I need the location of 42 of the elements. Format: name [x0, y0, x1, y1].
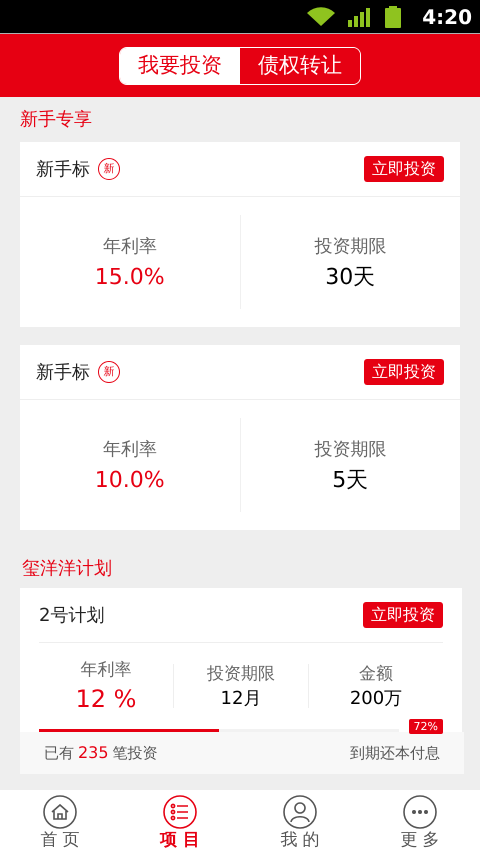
stat-label: 年利率	[102, 438, 157, 462]
nav-tab[interactable]: 更 多	[360, 790, 480, 854]
stat-value: 10.0%	[94, 466, 165, 494]
stat-label: 投资期限	[314, 438, 386, 462]
stat-label: 年利率	[80, 659, 132, 682]
signal-icon	[348, 6, 372, 26]
section-title: 玺洋洋计划	[22, 558, 112, 579]
invest-button[interactable]: 立即投资	[363, 602, 443, 628]
stat-value: 200万	[350, 688, 402, 710]
stat-value: 5天	[332, 466, 368, 494]
stat-label: 投资期限	[314, 234, 386, 259]
clock: 4:20	[422, 4, 472, 30]
stat-value: 15.0%	[94, 264, 165, 292]
list-icon	[162, 794, 198, 830]
user-icon	[282, 794, 318, 830]
card-title: 新手标	[36, 360, 90, 384]
nav-tab[interactable]: 项 目	[120, 790, 240, 854]
wifi-icon	[306, 6, 336, 26]
stat-label: 金额	[359, 663, 393, 686]
card-title: 2号计划	[39, 604, 104, 628]
stat-label: 年利率	[102, 234, 157, 259]
stat-value: 30天	[325, 264, 376, 292]
section-title: 新手专享	[20, 109, 92, 130]
tab[interactable]: 我要投资	[120, 48, 240, 84]
stat-value: 12 %	[76, 684, 136, 714]
count-suffix: 笔投资	[112, 743, 158, 764]
new-badge: 新	[98, 361, 120, 383]
nav-tab[interactable]: 首 页	[0, 790, 120, 854]
more-icon	[402, 794, 438, 830]
count-prefix: 已有	[44, 743, 74, 764]
nav-tab[interactable]: 我 的	[240, 790, 360, 854]
battery-icon	[384, 6, 402, 28]
investment-count: 235	[78, 742, 109, 764]
invest-button[interactable]: 立即投资	[364, 359, 444, 385]
new-badge: 新	[98, 158, 120, 180]
stat-label: 投资期限	[207, 663, 275, 686]
repayment-method: 到期还本付息	[350, 742, 440, 764]
home-icon	[42, 794, 78, 830]
card-title: 新手标	[36, 158, 90, 182]
progress-percent: 72%	[408, 719, 443, 734]
stat-value: 12月	[220, 688, 262, 710]
invest-button[interactable]: 立即投资	[364, 156, 444, 182]
